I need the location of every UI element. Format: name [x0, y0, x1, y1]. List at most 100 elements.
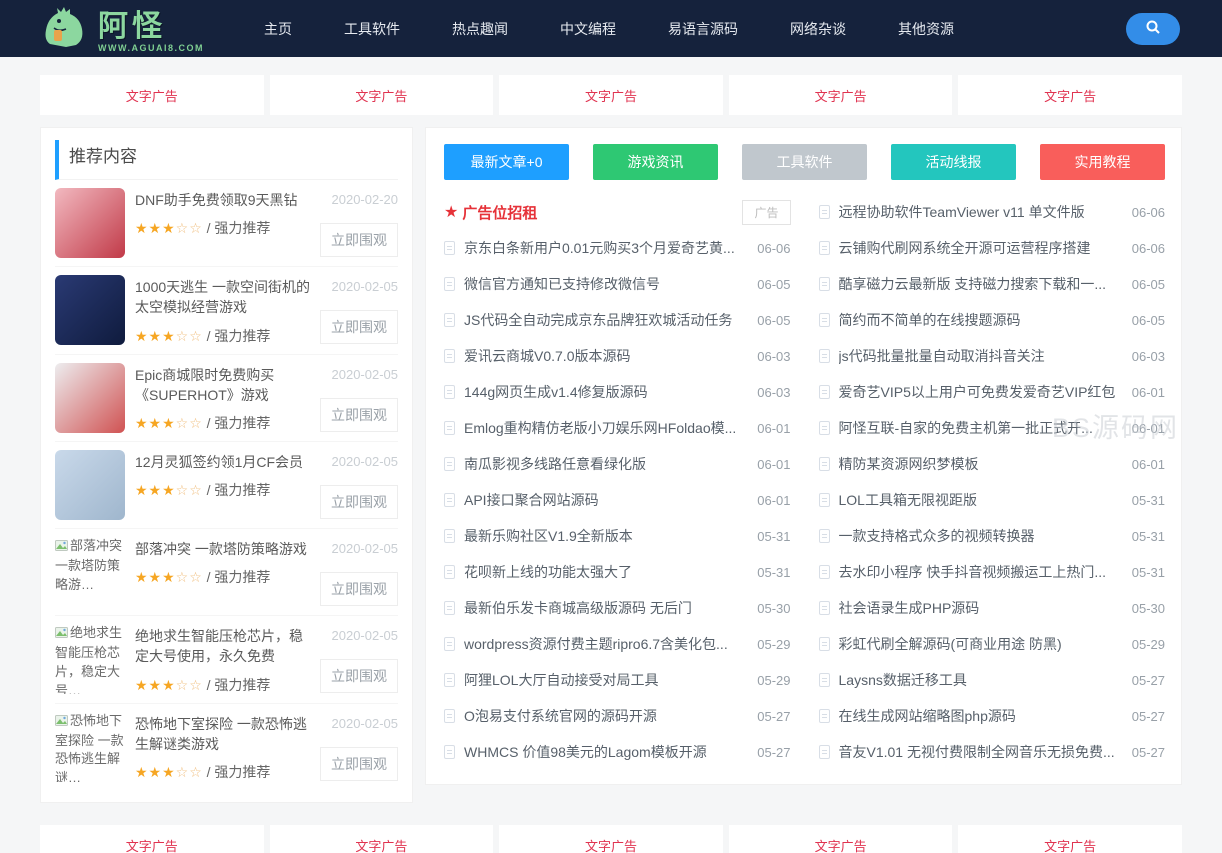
view-now-button[interactable]: 立即围观: [320, 485, 398, 520]
article-title[interactable]: JS代码全自动完成京东品牌狂欢城活动任务: [464, 310, 745, 330]
broken-thumbnail[interactable]: 恐怖地下室探险 一款恐怖逃生解谜…: [55, 711, 125, 782]
article-title[interactable]: DNF助手免费领取9天黑钻: [135, 190, 312, 210]
view-now-button[interactable]: 立即围观: [320, 397, 398, 432]
article-title[interactable]: Laysns数据迁移工具: [839, 670, 1120, 690]
article-title[interactable]: Epic商城限时免费购买《SUPERHOT》游戏: [135, 365, 312, 406]
broken-thumbnail[interactable]: 部落冲突 一款塔防策略游…: [55, 537, 125, 608]
article-row[interactable]: 去水印小程序 快手抖音视频搬运工上热门... 05-31: [818, 554, 1165, 590]
text-ad[interactable]: 文字广告: [728, 75, 953, 115]
broken-thumbnail[interactable]: 绝地求生智能压枪芯片，稳定大号…: [55, 624, 125, 695]
recommended-item[interactable]: Epic商城限时免费购买《SUPERHOT》游戏 ★★★☆☆ / 强力推荐 20…: [55, 353, 398, 442]
article-row[interactable]: 阿怪互联-自家的免费主机第一批正式开... 06-01: [818, 410, 1165, 446]
article-title[interactable]: API接口聚合网站源码: [464, 490, 745, 510]
recommended-item[interactable]: 恐怖地下室探险 一款恐怖逃生解谜… 恐怖地下室探险 一款恐怖逃生解谜类游戏 ★★…: [55, 702, 398, 791]
category-button[interactable]: 活动线报: [891, 144, 1016, 180]
article-row[interactable]: 京东白条新用户0.01元购买3个月爱奇艺黄... 06-06: [444, 230, 791, 266]
nav-item[interactable]: 热点趣闻: [452, 19, 508, 39]
article-title[interactable]: 恐怖地下室探险 一款恐怖逃生解谜类游戏: [135, 714, 312, 755]
article-thumbnail[interactable]: [55, 450, 125, 521]
recommended-item[interactable]: DNF助手免费领取9天黑钻 ★★★☆☆ / 强力推荐 2020-02-20 立即…: [55, 180, 398, 266]
article-title[interactable]: 1000天逃生 一款空间街机的太空模拟经营游戏: [135, 277, 312, 318]
article-row[interactable]: 最新伯乐发卡商城高级版源码 无后门 05-30: [444, 590, 791, 626]
article-title[interactable]: 微信官方通知已支持修改微信号: [464, 274, 745, 294]
article-title[interactable]: 精防某资源网织梦模板: [839, 454, 1120, 474]
ad-slot-label[interactable]: 广告位招租: [462, 202, 730, 223]
article-title[interactable]: LOL工具箱无限视距版: [839, 490, 1120, 510]
article-row[interactable]: wordpress资源付费主题ripro6.7含美化包... 05-29: [444, 626, 791, 662]
nav-item[interactable]: 主页: [264, 19, 292, 39]
text-ad[interactable]: 文字广告: [269, 75, 494, 115]
article-title[interactable]: 简约而不简单的在线搜题源码: [839, 310, 1120, 330]
article-title[interactable]: 144g网页生成v1.4修复版源码: [464, 382, 745, 402]
article-row[interactable]: 144g网页生成v1.4修复版源码 06-03: [444, 374, 791, 410]
view-now-button[interactable]: 立即围观: [320, 746, 398, 781]
article-row[interactable]: Emlog重构精仿老版小刀娱乐网HFoldao模... 06-01: [444, 410, 791, 446]
category-button[interactable]: 工具软件: [742, 144, 867, 180]
search-button[interactable]: [1126, 12, 1180, 45]
article-row[interactable]: 音友V1.01 无视付费限制全网音乐无损免费... 05-27: [818, 734, 1165, 770]
article-title[interactable]: 12月灵狐签约领1月CF会员: [135, 452, 312, 472]
recommended-item[interactable]: 12月灵狐签约领1月CF会员 ★★★☆☆ / 强力推荐 2020-02-05 立…: [55, 441, 398, 528]
article-thumbnail[interactable]: [55, 275, 125, 345]
view-now-button[interactable]: 立即围观: [320, 572, 398, 607]
article-row[interactable]: JS代码全自动完成京东品牌狂欢城活动任务 06-05: [444, 302, 791, 338]
article-title[interactable]: js代码批量批量自动取消抖音关注: [839, 346, 1120, 366]
article-title[interactable]: 爱奇艺VIP5以上用户可免费发爱奇艺VIP红包: [839, 382, 1120, 402]
article-row[interactable]: WHMCS 价值98美元的Lagom模板开源 05-27: [444, 734, 791, 770]
article-row[interactable]: 酷享磁力云最新版 支持磁力搜索下载和一... 06-05: [818, 266, 1165, 302]
article-thumbnail[interactable]: [55, 362, 125, 433]
article-title[interactable]: 部落冲突 一款塔防策略游戏: [135, 539, 312, 559]
text-ad[interactable]: 文字广告: [40, 825, 264, 853]
article-row[interactable]: 简约而不简单的在线搜题源码 06-05: [818, 302, 1165, 338]
article-title[interactable]: 京东白条新用户0.01元购买3个月爱奇艺黄...: [464, 238, 745, 258]
article-title[interactable]: 彩虹代刷全解源码(可商业用途 防黑): [839, 634, 1120, 654]
article-title[interactable]: Emlog重构精仿老版小刀娱乐网HFoldao模...: [464, 418, 745, 438]
text-ad[interactable]: 文字广告: [269, 825, 494, 853]
article-row[interactable]: O泡易支付系统官网的源码开源 05-27: [444, 698, 791, 734]
recommended-item[interactable]: 绝地求生智能压枪芯片，稳定大号… 绝地求生智能压枪芯片，稳定大号使用，永久免费 …: [55, 615, 398, 703]
article-row[interactable]: API接口聚合网站源码 06-01: [444, 482, 791, 518]
article-title[interactable]: 酷享磁力云最新版 支持磁力搜索下载和一...: [839, 274, 1120, 294]
article-title[interactable]: 爱讯云商城V0.7.0版本源码: [464, 346, 745, 366]
article-row[interactable]: 社会语录生成PHP源码 05-30: [818, 590, 1165, 626]
article-row[interactable]: 花呗新上线的功能太强大了 05-31: [444, 554, 791, 590]
view-now-button[interactable]: 立即围观: [320, 310, 398, 344]
article-title[interactable]: 阿狸LOL大厅自动接受对局工具: [464, 670, 745, 690]
article-row[interactable]: 一款支持格式众多的视频转换器 05-31: [818, 518, 1165, 554]
nav-item[interactable]: 其他资源: [898, 19, 954, 39]
nav-item[interactable]: 易语言源码: [668, 19, 738, 39]
article-row[interactable]: 在线生成网站缩略图php源码 05-27: [818, 698, 1165, 734]
nav-item[interactable]: 网络杂谈: [790, 19, 846, 39]
article-title[interactable]: 阿怪互联-自家的免费主机第一批正式开...: [839, 418, 1120, 438]
category-button[interactable]: 最新文章+0: [444, 144, 569, 180]
category-button[interactable]: 游戏资讯: [593, 144, 718, 180]
article-title[interactable]: 云铺购代刷网系统全开源可运营程序搭建: [839, 238, 1120, 258]
recommended-item[interactable]: 1000天逃生 一款空间街机的太空模拟经营游戏 ★★★☆☆ / 强力推荐 202…: [55, 266, 398, 354]
category-button[interactable]: 实用教程: [1040, 144, 1165, 180]
article-row[interactable]: 微信官方通知已支持修改微信号 06-05: [444, 266, 791, 302]
article-title[interactable]: WHMCS 价值98美元的Lagom模板开源: [464, 742, 745, 762]
article-title[interactable]: 在线生成网站缩略图php源码: [839, 706, 1120, 726]
article-row[interactable]: js代码批量批量自动取消抖音关注 06-03: [818, 338, 1165, 374]
text-ad[interactable]: 文字广告: [499, 825, 723, 853]
article-title[interactable]: 花呗新上线的功能太强大了: [464, 562, 745, 582]
article-title[interactable]: 绝地求生智能压枪芯片，稳定大号使用，永久免费: [135, 626, 312, 667]
article-row[interactable]: Laysns数据迁移工具 05-27: [818, 662, 1165, 698]
nav-item[interactable]: 工具软件: [344, 19, 400, 39]
article-title[interactable]: wordpress资源付费主题ripro6.7含美化包...: [464, 634, 745, 654]
article-row[interactable]: 彩虹代刷全解源码(可商业用途 防黑) 05-29: [818, 626, 1165, 662]
article-title[interactable]: 最新乐购社区V1.9全新版本: [464, 526, 745, 546]
article-row[interactable]: LOL工具箱无限视距版 05-31: [818, 482, 1165, 518]
article-row[interactable]: 南瓜影视多线路任意看绿化版 06-01: [444, 446, 791, 482]
article-title[interactable]: 最新伯乐发卡商城高级版源码 无后门: [464, 598, 745, 618]
nav-item[interactable]: 中文编程: [560, 19, 616, 39]
text-ad[interactable]: 文字广告: [958, 75, 1182, 115]
article-title[interactable]: 音友V1.01 无视付费限制全网音乐无损免费...: [839, 742, 1120, 762]
article-row[interactable]: 爱奇艺VIP5以上用户可免费发爱奇艺VIP红包 06-01: [818, 374, 1165, 410]
article-title[interactable]: 去水印小程序 快手抖音视频搬运工上热门...: [839, 562, 1120, 582]
article-title[interactable]: 一款支持格式众多的视频转换器: [839, 526, 1120, 546]
text-ad[interactable]: 文字广告: [40, 75, 264, 115]
view-now-button[interactable]: 立即围观: [320, 659, 398, 694]
recommended-item[interactable]: 部落冲突 一款塔防策略游… 部落冲突 一款塔防策略游戏 ★★★☆☆ / 强力推荐…: [55, 528, 398, 615]
article-row[interactable]: 最新乐购社区V1.9全新版本 05-31: [444, 518, 791, 554]
